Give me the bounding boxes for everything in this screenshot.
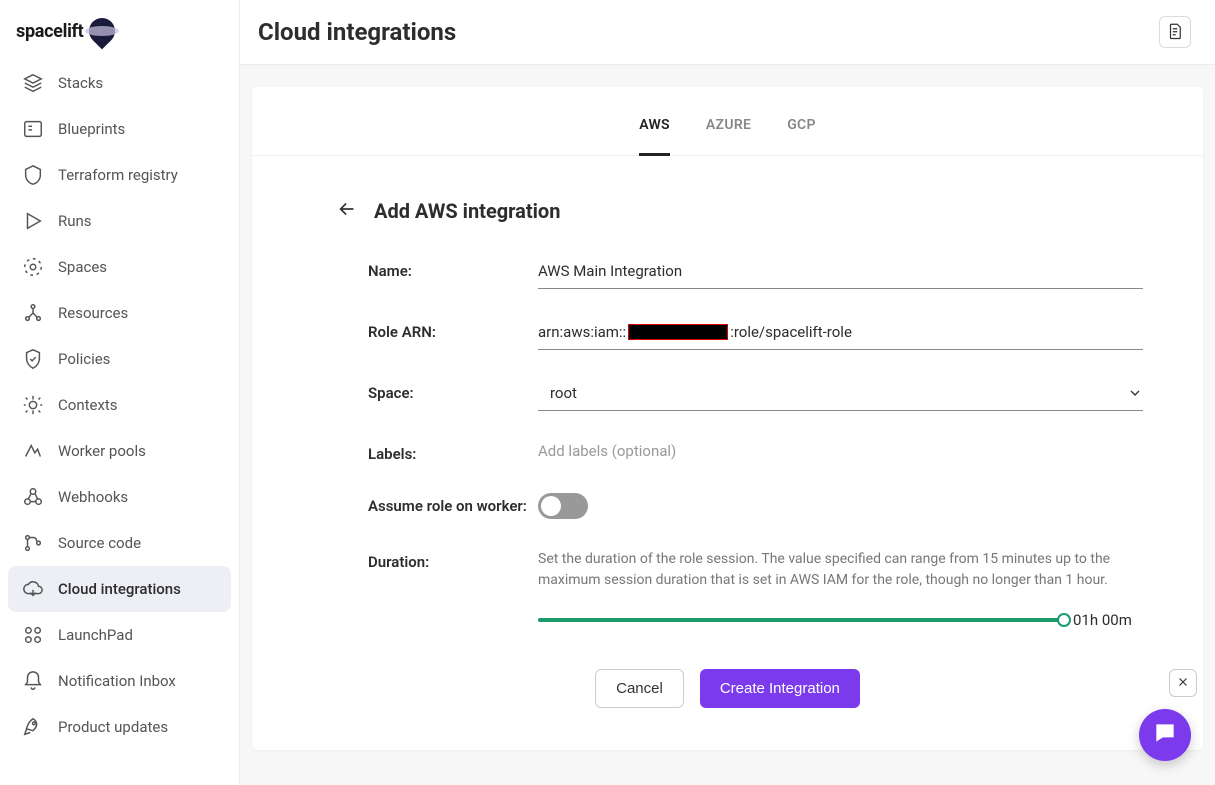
sidebar-item-label: Product updates bbox=[58, 718, 168, 736]
close-icon bbox=[1176, 674, 1190, 693]
sidebar-item-label: Resources bbox=[58, 304, 128, 322]
sidebar-item-label: Spaces bbox=[58, 258, 107, 276]
duration-help-text: Set the duration of the role session. Th… bbox=[538, 549, 1143, 591]
redacted-account-id bbox=[628, 324, 728, 340]
sidebar-item-cloud-integrations[interactable]: Cloud integrations bbox=[8, 566, 231, 612]
registry-icon bbox=[22, 164, 44, 186]
sidebar-item-label: Blueprints bbox=[58, 120, 125, 138]
stacks-icon bbox=[22, 72, 44, 94]
sidebar-item-label: Terraform registry bbox=[58, 166, 178, 184]
docs-button[interactable] bbox=[1159, 16, 1191, 48]
launchpad-icon bbox=[22, 624, 44, 646]
page-title: Cloud integrations bbox=[258, 18, 456, 46]
sidebar-item-launchpad[interactable]: LaunchPad bbox=[8, 612, 231, 658]
back-button[interactable] bbox=[336, 198, 358, 224]
role-arn-prefix: arn:aws:iam:: bbox=[538, 323, 626, 341]
sidebar-item-contexts[interactable]: Contexts bbox=[8, 382, 231, 428]
cloud-integrations-icon bbox=[22, 578, 44, 600]
sidebar-item-source-code[interactable]: Source code bbox=[8, 520, 231, 566]
cancel-button[interactable]: Cancel bbox=[595, 669, 684, 708]
arrow-left-icon bbox=[336, 198, 358, 224]
sidebar-item-label: Runs bbox=[58, 212, 92, 230]
chat-widget-button[interactable] bbox=[1139, 709, 1191, 761]
sidebar-item-resources[interactable]: Resources bbox=[8, 290, 231, 336]
worker-pools-icon bbox=[22, 440, 44, 462]
brand-logo[interactable]: spacelift bbox=[8, 12, 231, 60]
planet-icon bbox=[84, 13, 121, 50]
runs-icon bbox=[22, 210, 44, 232]
resources-icon bbox=[22, 302, 44, 324]
sidebar-item-label: LaunchPad bbox=[58, 626, 133, 644]
sidebar-item-label: Stacks bbox=[58, 74, 103, 92]
sidebar-item-label: Policies bbox=[58, 350, 110, 368]
labels-input[interactable]: Add labels (optional) bbox=[538, 442, 676, 460]
sidebar-item-terraform-registry[interactable]: Terraform registry bbox=[8, 152, 231, 198]
brand-name: spacelift bbox=[16, 21, 83, 42]
role-arn-input[interactable]: arn:aws:iam:: :role/spacelift-role bbox=[538, 319, 1143, 350]
duration-slider[interactable] bbox=[538, 618, 1065, 622]
role-arn-label: Role ARN: bbox=[368, 319, 538, 341]
document-icon bbox=[1166, 22, 1184, 43]
tab-aws[interactable]: AWS bbox=[639, 117, 670, 156]
sidebar-item-policies[interactable]: Policies bbox=[8, 336, 231, 382]
sidebar-item-product-updates[interactable]: Product updates bbox=[8, 704, 231, 750]
slider-thumb[interactable] bbox=[1057, 613, 1071, 627]
sidebar-item-label: Source code bbox=[58, 534, 141, 552]
sidebar-item-stacks[interactable]: Stacks bbox=[8, 60, 231, 106]
provider-tabs: AWS AZURE GCP bbox=[252, 87, 1203, 156]
updates-icon bbox=[22, 716, 44, 738]
sidebar-item-label: Contexts bbox=[58, 396, 118, 414]
source-code-icon bbox=[22, 532, 44, 554]
sidebar-item-notification-inbox[interactable]: Notification Inbox bbox=[8, 658, 231, 704]
name-input[interactable] bbox=[538, 258, 1143, 289]
assume-role-label: Assume role on worker: bbox=[368, 493, 538, 515]
name-label: Name: bbox=[368, 258, 538, 280]
sidebar-item-spaces[interactable]: Spaces bbox=[8, 244, 231, 290]
main-content: Cloud integrations AWS AZURE GCP Add bbox=[240, 0, 1215, 785]
sidebar-item-webhooks[interactable]: Webhooks bbox=[8, 474, 231, 520]
chat-icon bbox=[1152, 720, 1178, 750]
contexts-icon bbox=[22, 394, 44, 416]
sidebar-item-worker-pools[interactable]: Worker pools bbox=[8, 428, 231, 474]
role-arn-suffix: :role/spacelift-role bbox=[730, 323, 852, 341]
integration-card: AWS AZURE GCP Add AWS integration Name: bbox=[252, 87, 1203, 750]
labels-label: Labels: bbox=[368, 441, 538, 463]
space-label: Space: bbox=[368, 380, 538, 402]
chevron-down-icon bbox=[1127, 385, 1143, 401]
tab-azure[interactable]: AZURE bbox=[706, 117, 751, 155]
webhooks-icon bbox=[22, 486, 44, 508]
duration-value: 01h 00m bbox=[1073, 611, 1143, 629]
page-header: Cloud integrations bbox=[240, 0, 1215, 65]
space-select[interactable]: root bbox=[538, 380, 1143, 411]
sidebar-item-blueprints[interactable]: Blueprints bbox=[8, 106, 231, 152]
sidebar-item-label: Worker pools bbox=[58, 442, 146, 460]
create-integration-button[interactable]: Create Integration bbox=[700, 669, 860, 708]
sidebar: spacelift Stacks Blueprints Terraform re… bbox=[0, 0, 240, 785]
duration-label: Duration: bbox=[368, 549, 538, 571]
sidebar-item-label: Notification Inbox bbox=[58, 672, 176, 690]
sidebar-item-label: Webhooks bbox=[58, 488, 128, 506]
close-chat-button[interactable] bbox=[1169, 669, 1197, 697]
sidebar-item-label: Cloud integrations bbox=[58, 580, 181, 598]
assume-role-toggle[interactable] bbox=[538, 493, 588, 519]
policies-icon bbox=[22, 348, 44, 370]
notification-icon bbox=[22, 670, 44, 692]
tab-gcp[interactable]: GCP bbox=[787, 117, 816, 155]
form-title: Add AWS integration bbox=[374, 199, 560, 223]
space-value: root bbox=[550, 384, 577, 402]
blueprints-icon bbox=[22, 118, 44, 140]
spaces-icon bbox=[22, 256, 44, 278]
sidebar-item-runs[interactable]: Runs bbox=[8, 198, 231, 244]
